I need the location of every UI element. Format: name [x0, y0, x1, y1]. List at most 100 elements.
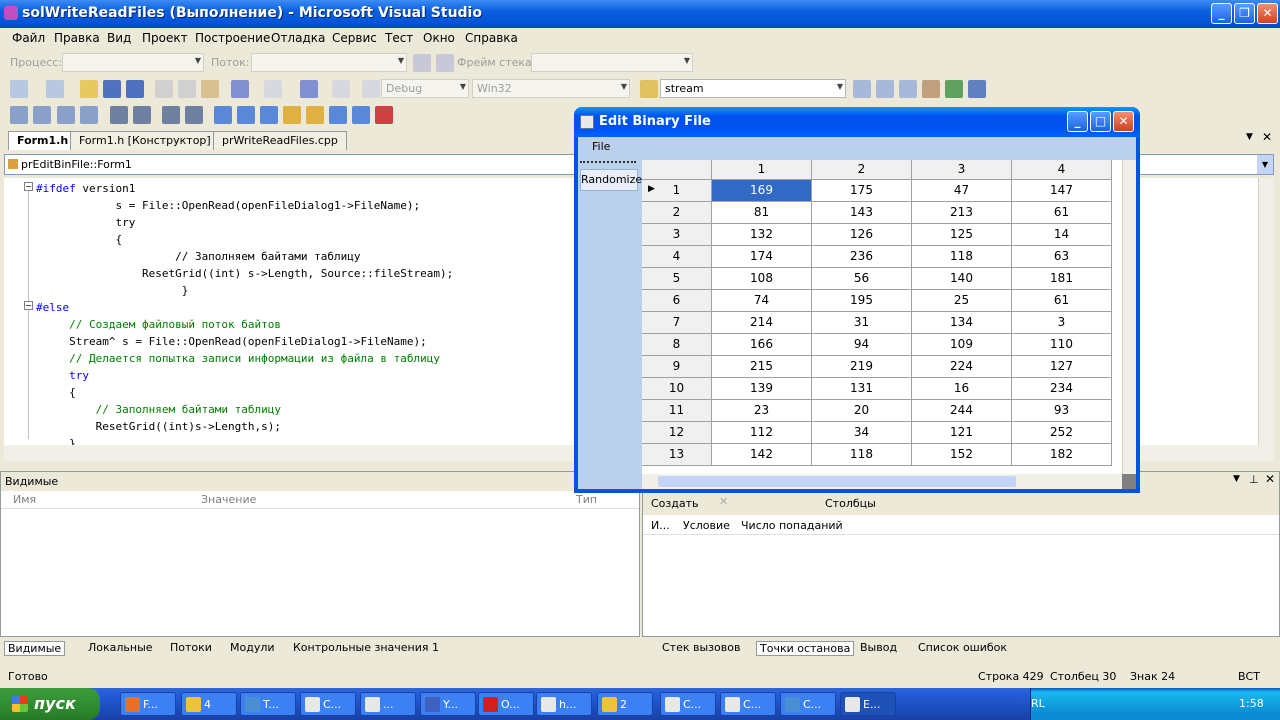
- make-same-size-icon[interactable]: [80, 106, 98, 124]
- thread-combo[interactable]: ▼: [251, 53, 407, 72]
- next-bookmark-doc-icon[interactable]: [352, 106, 370, 124]
- randomize-button[interactable]: Randomize: [580, 169, 642, 191]
- column-id[interactable]: И...: [651, 519, 670, 532]
- filter-icon[interactable]: [413, 54, 431, 72]
- grid-row-header[interactable]: 2: [642, 202, 712, 224]
- editor-vertical-scrollbar[interactable]: [1258, 178, 1274, 445]
- grid-cell[interactable]: 132: [712, 224, 812, 246]
- taskbar-item[interactable]: ...: [360, 692, 416, 716]
- grid-cell[interactable]: 61: [1012, 290, 1112, 312]
- tab-threads[interactable]: Потоки: [170, 641, 212, 654]
- grid-cell[interactable]: 195: [812, 290, 912, 312]
- grid-cell[interactable]: 23: [712, 400, 812, 422]
- grid-row-header[interactable]: 12: [642, 422, 712, 444]
- taskbar-item[interactable]: 4: [181, 692, 237, 716]
- delete-icon[interactable]: ✕: [719, 495, 728, 508]
- stack-frame-combo[interactable]: ▼: [531, 53, 693, 72]
- column-name[interactable]: Имя: [13, 493, 36, 506]
- restore-button[interactable]: ❐: [1234, 3, 1255, 24]
- properties-icon[interactable]: [876, 80, 894, 98]
- process-combo[interactable]: ▼: [62, 53, 204, 72]
- toolbox-icon[interactable]: [922, 80, 940, 98]
- grid-cell[interactable]: 34: [812, 422, 912, 444]
- grid-cell[interactable]: 224: [912, 356, 1012, 378]
- grid-cell[interactable]: 152: [912, 444, 1012, 466]
- fold-toggle-icon[interactable]: −: [24, 301, 33, 310]
- tab-output[interactable]: Вывод: [860, 641, 897, 654]
- prev-bookmark-icon[interactable]: [237, 106, 255, 124]
- grid-row-header[interactable]: 8: [642, 334, 712, 356]
- dialog-maximize-button[interactable]: □: [1090, 111, 1111, 132]
- find-combo[interactable]: stream ▼: [660, 79, 846, 98]
- taskbar-item[interactable]: Y...: [420, 692, 476, 716]
- taskbar-item[interactable]: C...: [780, 692, 836, 716]
- grid-scroll-thumb[interactable]: [658, 476, 1016, 487]
- close-panel-icon[interactable]: ✕: [1265, 472, 1275, 486]
- close-button[interactable]: ✕: [1257, 3, 1278, 24]
- taskbar-item[interactable]: E...: [840, 692, 896, 716]
- grid-cell[interactable]: 125: [912, 224, 1012, 246]
- navigate-forward-icon[interactable]: [332, 80, 350, 98]
- grid-cell[interactable]: 93: [1012, 400, 1112, 422]
- grid-cell[interactable]: 134: [912, 312, 1012, 334]
- grid-cell[interactable]: 213: [912, 202, 1012, 224]
- grid-cell[interactable]: 215: [712, 356, 812, 378]
- menu-project[interactable]: Проект: [142, 31, 188, 45]
- column-hit-count[interactable]: Число попаданий: [741, 519, 843, 532]
- copy-icon[interactable]: [178, 80, 196, 98]
- start-page-icon[interactable]: [945, 80, 963, 98]
- grid-horizontal-scrollbar[interactable]: [642, 474, 1122, 489]
- navigate-backward-icon[interactable]: [300, 80, 318, 98]
- taskbar-item[interactable]: O...: [478, 692, 534, 716]
- columns-button[interactable]: Столбцы: [825, 497, 876, 510]
- grid-cell[interactable]: 181: [1012, 268, 1112, 290]
- grid-cell[interactable]: 244: [912, 400, 1012, 422]
- grid-cell[interactable]: 20: [812, 400, 912, 422]
- tab-watch-1[interactable]: Контрольные значения 1: [293, 641, 439, 654]
- grid-cell[interactable]: 47: [912, 180, 1012, 202]
- uncomment-icon[interactable]: [185, 106, 203, 124]
- grid-cell[interactable]: 131: [812, 378, 912, 400]
- grid-cell[interactable]: 126: [812, 224, 912, 246]
- clock[interactable]: 1:58: [1239, 697, 1264, 710]
- grid-cell[interactable]: 143: [812, 202, 912, 224]
- grid-cell[interactable]: 14: [1012, 224, 1112, 246]
- menu-file[interactable]: Файл: [12, 31, 45, 45]
- grid-cell[interactable]: 31: [812, 312, 912, 334]
- taskbar-item[interactable]: 2: [597, 692, 653, 716]
- grid-cell[interactable]: 109: [912, 334, 1012, 356]
- grid-cell[interactable]: 81: [712, 202, 812, 224]
- grid-cell[interactable]: 174: [712, 246, 812, 268]
- grid-row-header[interactable]: 9: [642, 356, 712, 378]
- grid-cell[interactable]: 56: [812, 268, 912, 290]
- prev-bookmark-doc-icon[interactable]: [329, 106, 347, 124]
- grid-cell[interactable]: 127: [1012, 356, 1112, 378]
- grid-cell[interactable]: 108: [712, 268, 812, 290]
- grid-cell[interactable]: 166: [712, 334, 812, 356]
- grid-cell[interactable]: 118: [812, 444, 912, 466]
- column-value[interactable]: Значение: [201, 493, 256, 506]
- taskbar-item[interactable]: T...: [240, 692, 296, 716]
- grid-column-header[interactable]: 3: [912, 160, 1012, 180]
- grid-row-header[interactable]: 7: [642, 312, 712, 334]
- fold-toggle-icon[interactable]: −: [24, 182, 33, 191]
- column-condition[interactable]: Условие: [683, 519, 730, 532]
- configuration-combo[interactable]: Debug ▼: [381, 79, 469, 98]
- taskbar-item[interactable]: C...: [720, 692, 776, 716]
- grid-cell[interactable]: 94: [812, 334, 912, 356]
- solution-explorer-icon[interactable]: [853, 80, 871, 98]
- active-files-dropdown-icon[interactable]: ▼: [1246, 132, 1253, 142]
- grid-cell[interactable]: 25: [912, 290, 1012, 312]
- align-rights-icon[interactable]: [57, 106, 75, 124]
- grid-row-header[interactable]: 10: [642, 378, 712, 400]
- menu-edit[interactable]: Правка: [54, 31, 100, 45]
- grid-cell[interactable]: 61: [1012, 202, 1112, 224]
- grid-row-header[interactable]: 3: [642, 224, 712, 246]
- save-icon[interactable]: [103, 80, 121, 98]
- close-document-icon[interactable]: ✕: [1262, 130, 1272, 144]
- next-bookmark-icon[interactable]: [260, 106, 278, 124]
- decrease-indent-icon[interactable]: [133, 106, 151, 124]
- tab-form1-designer[interactable]: Form1.h [Конструктор]: [70, 131, 220, 150]
- undo-icon[interactable]: [231, 80, 249, 98]
- bookmark-icon[interactable]: [214, 106, 232, 124]
